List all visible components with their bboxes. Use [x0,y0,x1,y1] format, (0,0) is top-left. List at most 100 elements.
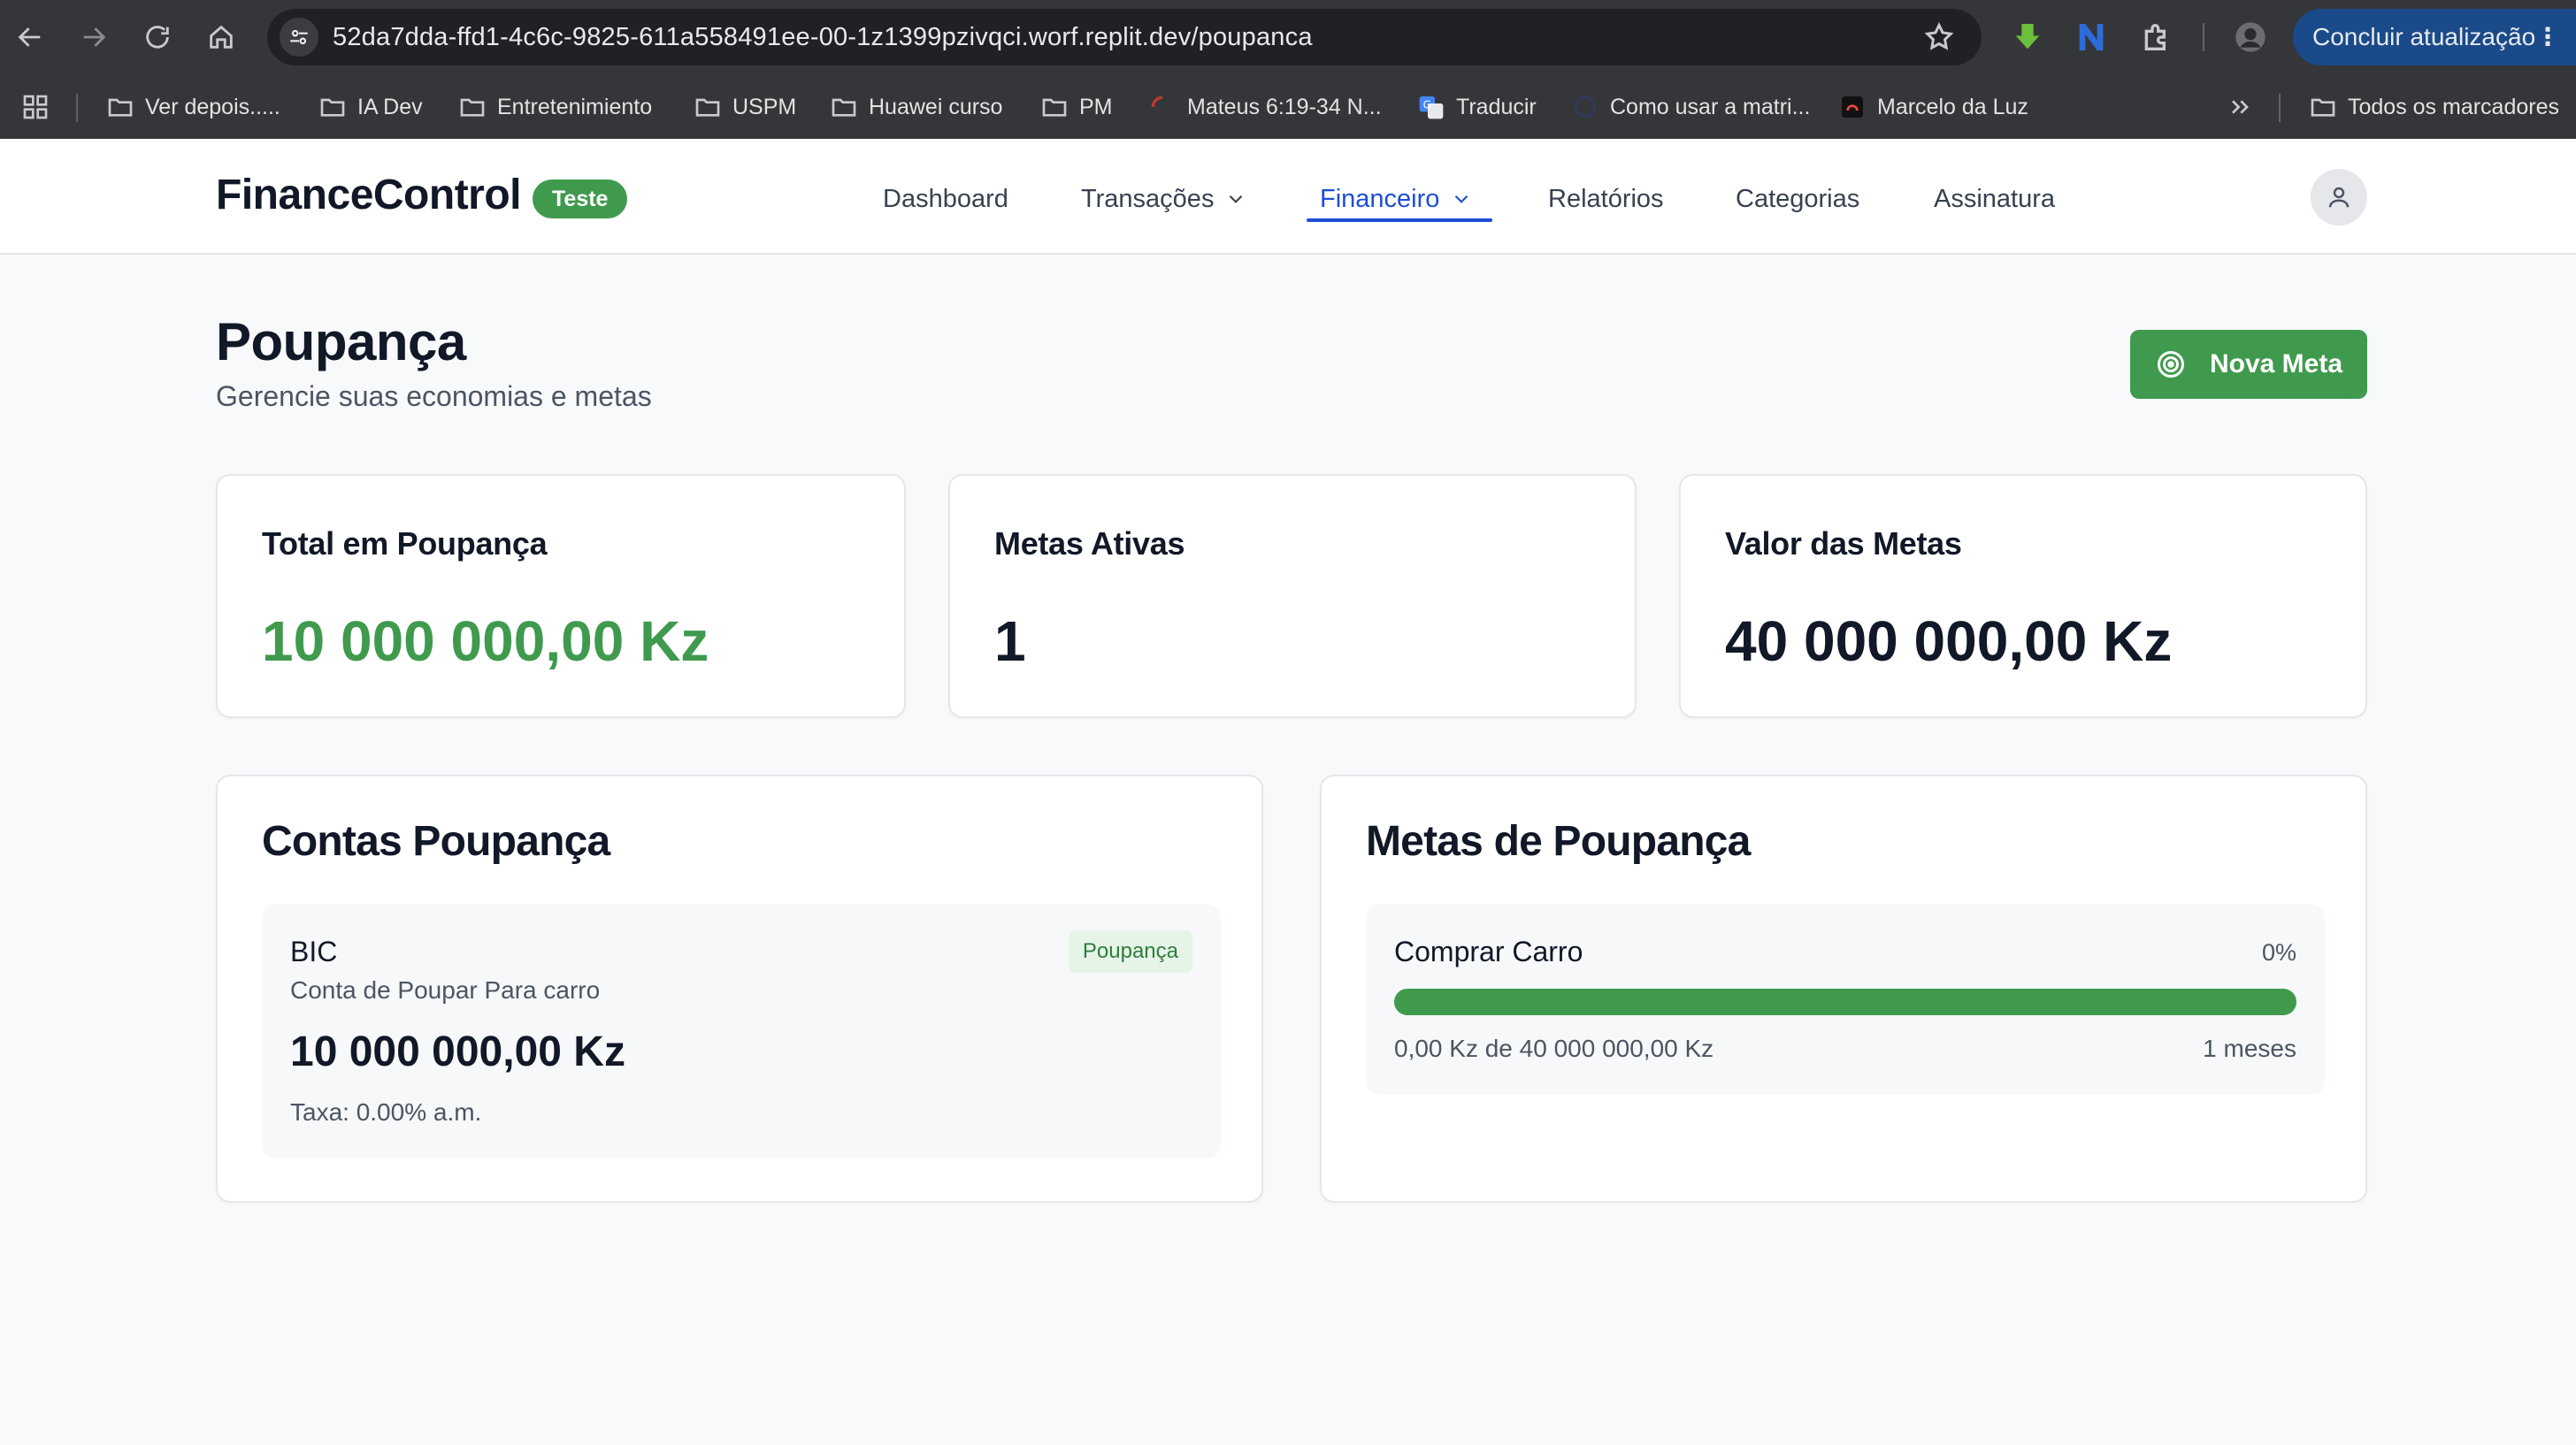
account-balance: 10 000 000,00 Kz [290,1028,625,1075]
home-button[interactable] [202,18,241,57]
reload-icon [146,26,169,49]
folder-icon [695,98,720,117]
bookmark-label: PM [1079,94,1113,119]
extension-download[interactable] [2008,18,2047,57]
reload-button[interactable] [138,18,177,57]
nav-financeiro-label: Financeiro [1320,185,1440,213]
account-type-badge: Poupança [1068,930,1192,973]
bookmark-pm[interactable]: PM [1040,85,1113,129]
folder-icon [832,98,856,117]
all-bookmarks[interactable]: Todos os marcadores [2309,85,2559,129]
stat-total-value: 10 000 000,00 Kz [262,609,709,673]
app-logo[interactable]: FinanceControl [216,171,522,219]
savings-accounts-panel: Contas Poupança BIC Poupança Conta de Po… [216,775,1263,1203]
profile-avatar-icon [2235,22,2266,52]
bookmark-label: Traducir [1456,94,1537,119]
bookmark-mateus[interactable]: Mateus 6:19-34 N... [1148,85,1382,129]
browser-chrome: 52da7dda-ffd1-4c6c-9825-611a558491ee-00-… [0,0,2576,139]
bookmarks-bar: Ver depois..... IA Dev Entretenimiento U… [0,85,2576,129]
nav-transacoes[interactable]: Transações [1081,172,1247,226]
stat-active-label: Metas Ativas [994,525,1185,562]
bookmark-ver-depois[interactable]: Ver depois..... [106,85,280,129]
user-menu-button[interactable] [2311,169,2367,226]
folder-icon [320,98,345,117]
active-nav-indicator [1307,218,1492,222]
bookmark-como-usar[interactable]: Como usar a matri... [1571,85,1810,129]
account-card[interactable]: BIC Poupança Conta de Poupar Para carro … [262,904,1221,1158]
bookmark-label: IA Dev [357,94,423,119]
n-logo-icon [2079,24,2104,50]
address-row: 52da7dda-ffd1-4c6c-9825-611a558491ee-00-… [0,0,2576,74]
stat-card-goals-value: Valor das Metas 40 000 000,00 Kz [1679,474,2367,718]
bookmark-star-icon[interactable] [1923,21,1955,53]
goal-card[interactable]: Comprar Carro 0% 0,00 Kz de 40 000 000,0… [1366,904,2325,1095]
nav-dashboard-label: Dashboard [883,185,1008,213]
bookmark-label: Marcelo da Luz [1877,94,2028,119]
stat-total-label: Total em Poupança [262,525,548,562]
chevron-down-icon [1230,195,1243,203]
nav-financeiro[interactable]: Financeiro [1320,172,1473,226]
goal-amount: 0,00 Kz de 40 000 000,00 Kz [1394,1035,1714,1062]
bookmark-ia-dev[interactable]: IA Dev [318,85,423,129]
stat-card-active-goals: Metas Ativas 1 [948,474,1637,718]
extensions-button[interactable] [2137,18,2176,57]
apps-grid-icon [23,95,48,119]
tune-icon [290,29,308,45]
account-name: BIC [290,936,338,967]
download-arrow-icon [2015,24,2040,50]
site-favicon-icon [1842,96,1863,118]
home-icon [210,25,233,49]
back-button[interactable] [11,18,50,57]
bookmarks-divider [76,94,78,122]
arrow-right-icon [83,27,106,47]
translate-icon: G [1419,96,1444,119]
update-label: Concluir atualização [2312,23,2536,50]
site-settings-button[interactable] [280,18,318,57]
all-bookmarks-label: Todos os marcadores [2348,94,2560,119]
page-subtitle: Gerencie suas economias e metas [216,380,652,412]
new-goal-button[interactable]: Nova Meta [2130,330,2367,399]
menu-dots-icon[interactable]: ⋮ [2535,9,2560,65]
bookmark-marcelo[interactable]: Marcelo da Luz [1838,85,2028,129]
site-favicon-icon [1574,96,1597,119]
savings-accounts-title: Contas Poupança [262,818,610,865]
nav-dashboard[interactable]: Dashboard [883,172,1008,226]
profile-button[interactable] [2231,18,2270,57]
savings-goals-title: Metas de Poupança [1366,818,1751,865]
account-description: Conta de Poupar Para carro [290,976,601,1004]
bookmark-entretenimiento[interactable]: Entretenimiento [458,85,652,129]
goal-progress-bar [1394,989,2296,1015]
toolbar-divider [2203,23,2204,51]
bookmark-label: Entretenimiento [497,94,653,119]
folder-icon [460,98,485,117]
nav-categorias[interactable]: Categorias [1736,172,1859,226]
folder-icon [2311,98,2335,117]
bookmark-label: Huawei curso [869,94,1003,119]
stat-goals-value-label: Valor das Metas [1725,525,1962,562]
bookmark-uspm[interactable]: USPM [694,85,796,129]
bookmarks-divider [2279,94,2281,122]
apps-button[interactable] [21,85,50,129]
puzzle-icon [2144,24,2166,50]
stat-active-value: 1 [994,609,1026,673]
bible-app-icon [1151,96,1163,108]
address-bar[interactable]: 52da7dda-ffd1-4c6c-9825-611a558491ee-00-… [267,9,1982,65]
chevron-double-right-icon [2232,100,2249,114]
extension-n[interactable] [2072,18,2111,57]
environment-badge: Teste [533,180,628,218]
forward-button[interactable] [74,18,113,57]
savings-goals-panel: Metas de Poupança Comprar Carro 0% 0,00 … [1320,775,2367,1203]
bookmark-huawei-curso[interactable]: Huawei curso [830,85,1002,129]
bookmark-label: Como usar a matri... [1610,94,1811,119]
nav-relatorios[interactable]: Relatórios [1548,172,1664,226]
goal-name: Comprar Carro [1394,936,1583,967]
nav-assinatura[interactable]: Assinatura [1934,172,2055,226]
nav-categorias-label: Categorias [1736,185,1860,213]
arrow-left-icon [18,27,41,47]
nav-assinatura-label: Assinatura [1934,185,2056,213]
bookmark-traducir[interactable]: G Traducir [1417,85,1537,129]
goal-percent: 0% [2261,939,2296,966]
app-header: FinanceControl Teste Dashboard Transaçõe… [0,139,2576,255]
update-button[interactable]: Concluir atualização ⋮ [2293,9,2576,65]
more-bookmarks-button[interactable] [2226,85,2254,129]
